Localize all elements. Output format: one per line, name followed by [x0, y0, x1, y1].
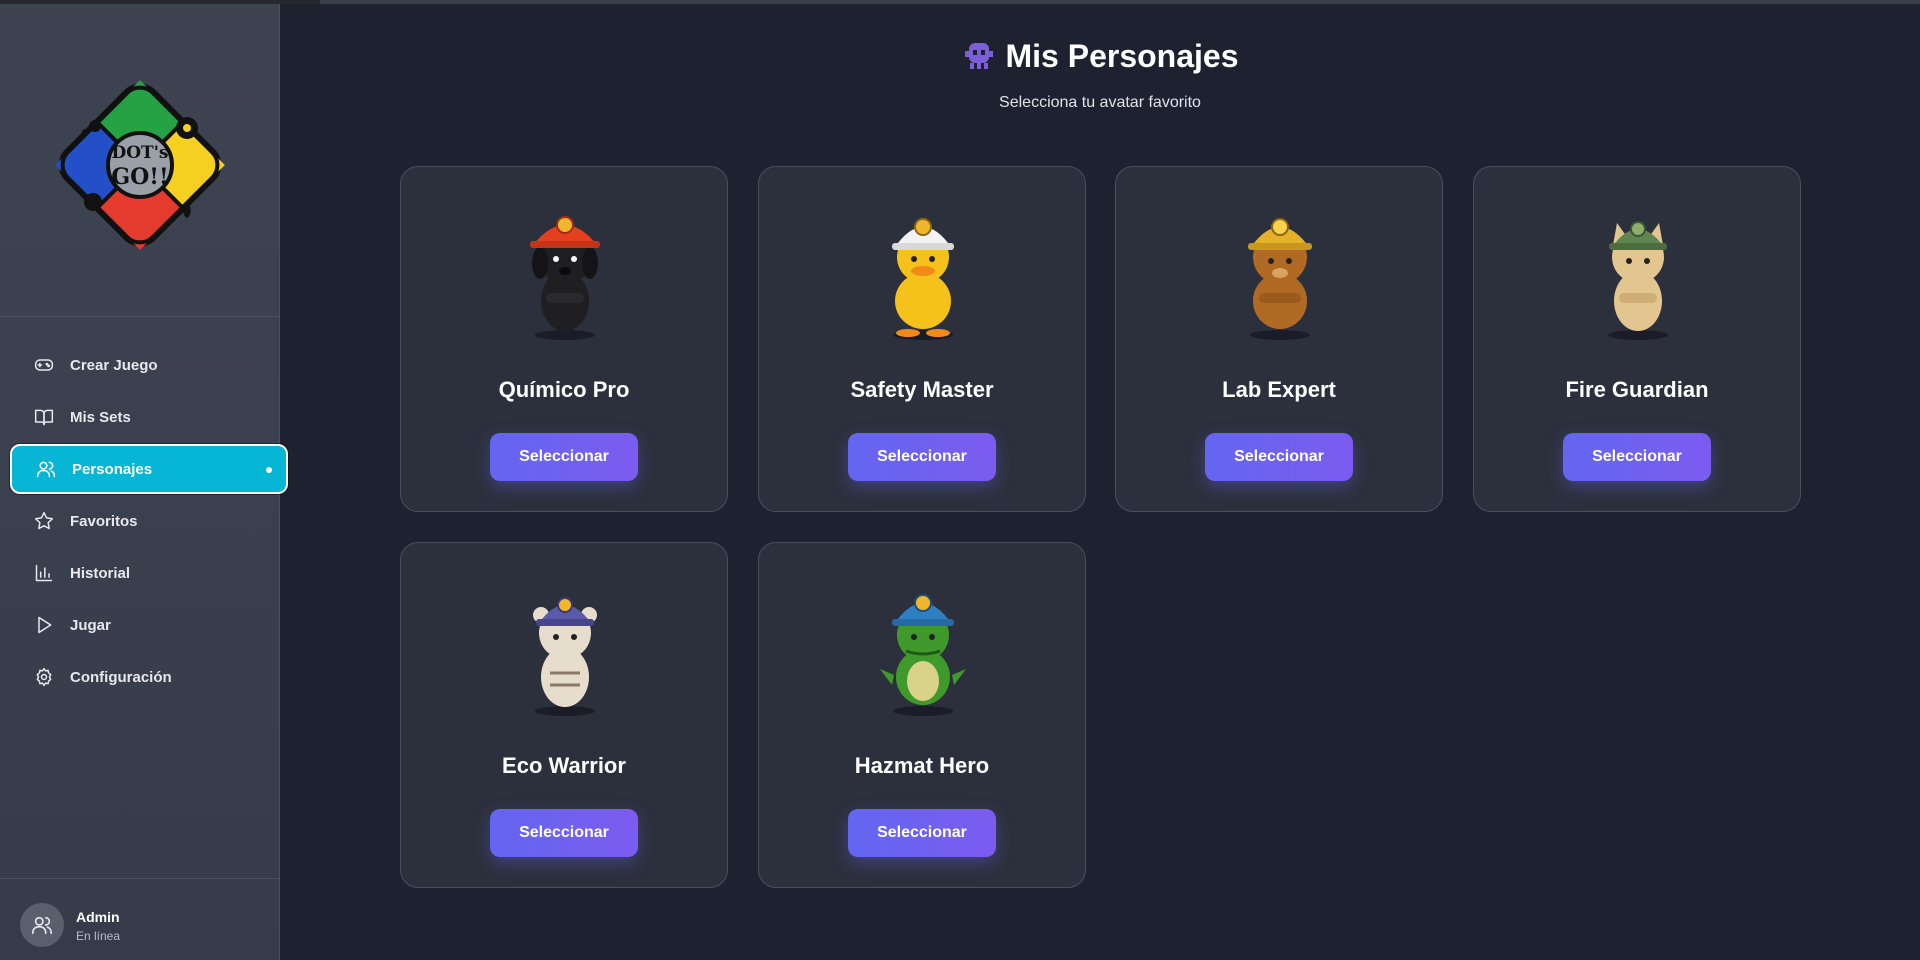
- sidebar-item-label: Favoritos: [70, 512, 138, 530]
- logo-text-bottom: GO!!: [111, 164, 168, 190]
- character-image-brown-cat: [1248, 218, 1312, 340]
- avatar[interactable]: [20, 903, 64, 947]
- play-icon: [38, 616, 52, 634]
- page-subtitle: Selecciona tu avatar favorito: [999, 94, 1201, 111]
- character-image-yellow-duck: [892, 218, 954, 340]
- character-card[interactable]: Safety Master Seleccionar: [758, 166, 1086, 512]
- sidebar-item-label: Crear Juego: [70, 356, 158, 374]
- gear-icon: [36, 667, 52, 687]
- users-icon: [36, 461, 56, 478]
- page-title: Mis Personajes: [280, 38, 1920, 75]
- logo-text-top: DOT's: [112, 143, 169, 163]
- character-name: Químico Pro: [498, 377, 630, 402]
- select-button[interactable]: Seleccionar: [848, 809, 996, 857]
- character-image-black-dog: [530, 216, 600, 340]
- sidebar-item-label: Jugar: [70, 616, 111, 634]
- sidebar-item-label: Personajes: [72, 460, 153, 478]
- character-card[interactable]: Lab Expert Seleccionar: [1115, 166, 1443, 512]
- user-status: En línea: [76, 929, 121, 943]
- dots-go-logo[interactable]: DOT's GO!!: [47, 72, 233, 258]
- sidebar-item-historial[interactable]: Historial: [10, 548, 288, 598]
- select-button[interactable]: Seleccionar: [1205, 433, 1353, 481]
- user-profile[interactable]: Admin En línea: [0, 878, 279, 960]
- users-icon: [32, 916, 52, 935]
- character-image-green-crocodile: [880, 594, 966, 716]
- character-name: Fire Guardian: [1565, 377, 1709, 402]
- main-content: Mis Personajes Selecciona tu avatar favo…: [280, 4, 1920, 960]
- sidebar-item-mis-sets[interactable]: Mis Sets: [10, 392, 288, 442]
- sidebar-item-label: Historial: [70, 564, 131, 582]
- page-title-text: Mis Personajes: [1005, 38, 1239, 74]
- alien-monster-icon: [964, 43, 993, 69]
- character-name: Safety Master: [850, 377, 994, 402]
- character-name: Eco Warrior: [502, 753, 626, 778]
- select-button[interactable]: Seleccionar: [490, 433, 638, 481]
- select-button[interactable]: Seleccionar: [848, 433, 996, 481]
- sidebar-item-label: Mis Sets: [70, 408, 131, 426]
- sidebar-item-crear-juego[interactable]: Crear Juego: [10, 340, 288, 390]
- sidebar-item-personajes[interactable]: Personajes: [10, 444, 288, 494]
- sidebar-item-label: Configuración: [70, 668, 172, 686]
- star-icon: [34, 511, 54, 530]
- sidebar-item-configuracion[interactable]: Configuración: [10, 652, 288, 702]
- character-card[interactable]: Fire Guardian Seleccionar: [1473, 166, 1801, 512]
- character-card[interactable]: Eco Warrior Seleccionar: [400, 542, 728, 888]
- character-card[interactable]: Hazmat Hero Seleccionar: [758, 542, 1086, 888]
- gamepad-icon: [34, 359, 54, 371]
- sidebar: DOT's GO!! Crear Juego Mis Sets Personaj…: [0, 4, 288, 960]
- book-open-icon: [34, 409, 54, 426]
- active-indicator-dot: [266, 467, 272, 473]
- character-name: Hazmat Hero: [854, 753, 990, 778]
- sidebar-item-favoritos[interactable]: Favoritos: [10, 496, 288, 546]
- character-image-beige-cat: [1608, 221, 1668, 340]
- bar-chart-icon: [35, 564, 53, 582]
- sidebar-item-jugar[interactable]: Jugar: [10, 600, 288, 650]
- character-image-white-tiger: [533, 597, 597, 716]
- character-name: Lab Expert: [1222, 377, 1336, 402]
- user-name: Admin: [76, 909, 120, 925]
- logo-area: DOT's GO!!: [0, 4, 279, 317]
- character-card[interactable]: Químico Pro Seleccionar: [400, 166, 728, 512]
- select-button[interactable]: Seleccionar: [490, 809, 638, 857]
- select-button[interactable]: Seleccionar: [1563, 433, 1711, 481]
